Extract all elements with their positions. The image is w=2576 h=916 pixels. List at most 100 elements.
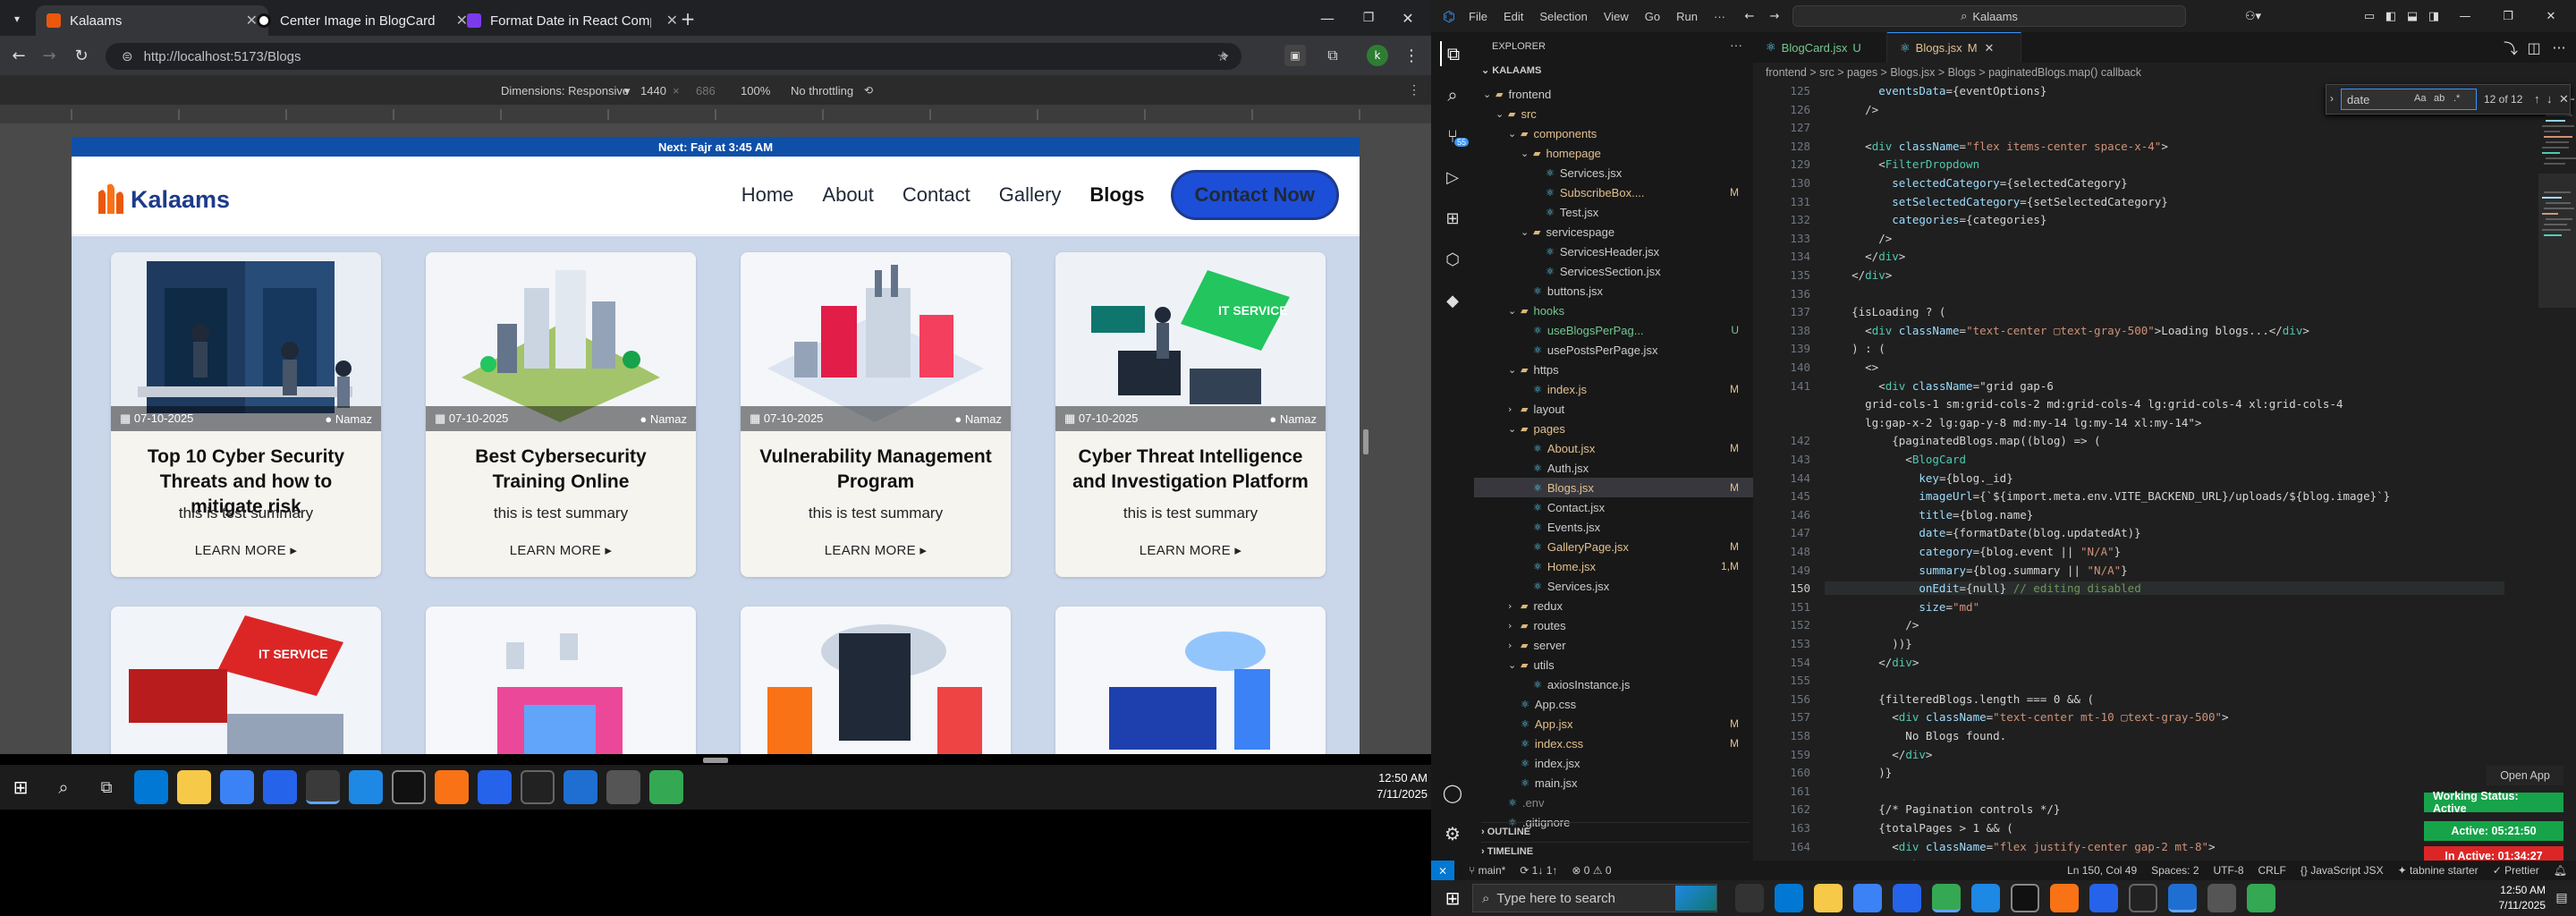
device-more-icon[interactable]: ⋮ xyxy=(1408,82,1420,98)
timeline-section[interactable]: › TIMELINE xyxy=(1481,842,1750,857)
tree-file[interactable]: ⚛ GalleryPage.jsx M xyxy=(1474,537,1753,556)
clock-left[interactable]: 12:50 AM 7/11/2025 xyxy=(1342,770,1428,802)
branch-status[interactable]: ⑂ main* xyxy=(1469,864,1505,877)
tree-folder[interactable]: ⌄ ▰ pages xyxy=(1474,419,1753,438)
tree-file[interactable]: ⚛ Home.jsx 1,M xyxy=(1474,556,1753,576)
vscode-icon[interactable] xyxy=(2168,884,2197,912)
tree-folder[interactable]: ⌄ ▰ components xyxy=(1474,123,1753,143)
dimensions-select[interactable]: Dimensions: Responsive xyxy=(501,84,629,98)
chrome-menu-icon[interactable]: ⋮ xyxy=(1401,45,1422,66)
menu-edit[interactable]: Edit xyxy=(1504,10,1523,23)
outline-section[interactable]: › OUTLINE xyxy=(1481,822,1750,837)
close-find-icon[interactable]: ✕ xyxy=(2559,92,2569,106)
split-editor-icon[interactable]: ◫ xyxy=(2526,39,2542,56)
command-center[interactable]: ⌕ Kalaams xyxy=(1792,5,2186,27)
task-view-icon[interactable] xyxy=(1735,884,1764,912)
accounts-icon[interactable]: ◯ xyxy=(1440,780,1465,805)
rotate-icon[interactable]: ⟲ xyxy=(864,84,873,97)
tree-file[interactable]: ⚛ Services.jsx xyxy=(1474,163,1753,182)
toggle-panel-icon[interactable]: ⬓ xyxy=(2404,7,2420,25)
tree-file[interactable]: ⚛ Blogs.jsx M xyxy=(1474,478,1753,497)
nav-home[interactable]: Home xyxy=(741,183,794,207)
minimap[interactable] xyxy=(2538,84,2576,862)
store-icon[interactable] xyxy=(220,770,254,804)
tree-folder[interactable]: ⌄ ▰ servicespage xyxy=(1474,222,1753,242)
chrome-icon[interactable] xyxy=(306,770,340,804)
location-icon[interactable]: ⌖ xyxy=(1215,47,1234,66)
mongodb-icon[interactable]: ◆ xyxy=(1440,288,1465,313)
close-tab-icon[interactable]: ✕ xyxy=(1985,41,1995,55)
postman-icon[interactable] xyxy=(435,770,469,804)
site-info-icon[interactable]: ⊜ xyxy=(122,48,133,64)
blog-title[interactable]: Vulnerability Management Program xyxy=(753,445,998,495)
blog-card[interactable]: ▦ 07-10-2025 ● Namaz Best Cybersecurity T… xyxy=(426,252,696,577)
zoom-icon[interactable] xyxy=(2089,884,2118,912)
regex-icon[interactable]: .* xyxy=(2453,93,2460,104)
tree-file[interactable]: ⚛ ServicesSection.jsx xyxy=(1474,261,1753,281)
explorer-icon[interactable]: ⧉ xyxy=(1440,41,1465,66)
tree-file[interactable]: ⚛ App.jsx M xyxy=(1474,714,1753,734)
close-tab-icon[interactable]: ✕ xyxy=(666,12,678,30)
learn-more-link[interactable]: LEARN MORE ▸ xyxy=(1055,542,1326,558)
nav-contact[interactable]: Contact xyxy=(902,183,970,207)
tree-folder[interactable]: ⌄ ▰ https xyxy=(1474,360,1753,379)
minimize-icon[interactable]: — xyxy=(2454,7,2476,25)
file-explorer-icon[interactable] xyxy=(177,770,211,804)
toggle-secondary-icon[interactable]: ◨ xyxy=(2426,7,2442,25)
remote-indicator-icon[interactable]: ⨯ xyxy=(1431,861,1455,880)
menu-more-icon[interactable]: ··· xyxy=(1714,10,1725,23)
nav-back-icon[interactable]: ← xyxy=(1741,7,1758,25)
editor-tab-blogs[interactable]: ⚛ Blogs.jsx M ✕ xyxy=(1887,32,2021,63)
tree-folder[interactable]: ⌄ ▰ homepage xyxy=(1474,143,1753,163)
remote-explorer-icon[interactable]: ⬡ xyxy=(1440,247,1465,272)
terminal-icon[interactable] xyxy=(521,770,555,804)
tree-folder[interactable]: ⌄ ▰ frontend xyxy=(1474,84,1753,104)
app-icon[interactable] xyxy=(1971,884,2000,912)
cursor-position[interactable]: Ln 150, Col 49 xyxy=(2067,864,2137,877)
indentation-status[interactable]: Spaces: 2 xyxy=(2151,864,2199,877)
outlook-icon[interactable] xyxy=(1893,884,1921,912)
editor-tab-blogcard[interactable]: ⚛ BlogCard.jsx U xyxy=(1753,32,1887,63)
toggle-replace-icon[interactable]: › xyxy=(2330,92,2334,105)
search-icon[interactable]: ⌕ xyxy=(1440,82,1465,107)
app-icon[interactable] xyxy=(606,770,640,804)
next-match-icon[interactable]: ↓ xyxy=(2546,92,2553,106)
nav-blogs[interactable]: Blogs xyxy=(1089,183,1144,207)
edge-icon[interactable] xyxy=(134,770,168,804)
edge-icon[interactable] xyxy=(1775,884,1803,912)
nav-forward-icon[interactable]: → xyxy=(1766,7,1784,25)
settings-gear-icon[interactable]: ⚙ xyxy=(1440,821,1465,846)
breadcrumb[interactable]: frontend > src > pages > Blogs.jsx > Blo… xyxy=(1753,63,2576,82)
match-word-icon[interactable]: ab xyxy=(2434,93,2445,104)
tree-folder[interactable]: › ▰ routes xyxy=(1474,615,1753,635)
menu-go[interactable]: Go xyxy=(1645,10,1660,23)
nav-gallery[interactable]: Gallery xyxy=(999,183,1062,207)
tree-folder[interactable]: › ▰ redux xyxy=(1474,596,1753,615)
tree-file[interactable]: ⚛ index.jsx xyxy=(1474,753,1753,773)
chrome-icon[interactable] xyxy=(649,770,683,804)
zoom-select[interactable]: 100% xyxy=(741,84,770,98)
chrome-icon[interactable] xyxy=(1932,884,1961,912)
learn-more-link[interactable]: LEARN MORE ▸ xyxy=(111,542,381,558)
menu-view[interactable]: View xyxy=(1604,10,1629,23)
open-changes-icon[interactable]: ⤵ xyxy=(2503,39,2519,57)
project-header[interactable]: ⌄ KALAAMS xyxy=(1481,64,1541,76)
blog-card[interactable]: IT SERVICE xyxy=(111,606,381,754)
restore-icon[interactable]: ❐ xyxy=(2497,7,2519,25)
terminal-icon[interactable] xyxy=(2129,884,2157,912)
tree-folder[interactable]: › ▰ layout xyxy=(1474,399,1753,419)
chrome-icon[interactable] xyxy=(2247,884,2275,912)
tree-file[interactable]: ⚛ App.css xyxy=(1474,694,1753,714)
address-bar[interactable]: ⊜ http://localhost:5173/Blogs ☆ xyxy=(106,43,1241,70)
outlook-icon[interactable] xyxy=(263,770,297,804)
tree-file[interactable]: ⚛ Test.jsx xyxy=(1474,202,1753,222)
tree-file[interactable]: ⚛ About.jsx M xyxy=(1474,438,1753,458)
tree-file[interactable]: ⚛ buttons.jsx xyxy=(1474,281,1753,301)
eol-status[interactable]: CRLF xyxy=(2258,864,2286,877)
resize-handle-bottom[interactable] xyxy=(703,758,728,763)
blog-card[interactable]: IT SERVICE ▦ 07-10-2025 ● Namaz Cyber Thr… xyxy=(1055,252,1326,577)
height-input[interactable]: 686 xyxy=(696,84,716,98)
github-desktop-icon[interactable] xyxy=(2011,884,2039,912)
explorer-more-icon[interactable]: ··· xyxy=(1730,38,1742,52)
tree-file[interactable]: ⚛ Auth.jsx xyxy=(1474,458,1753,478)
